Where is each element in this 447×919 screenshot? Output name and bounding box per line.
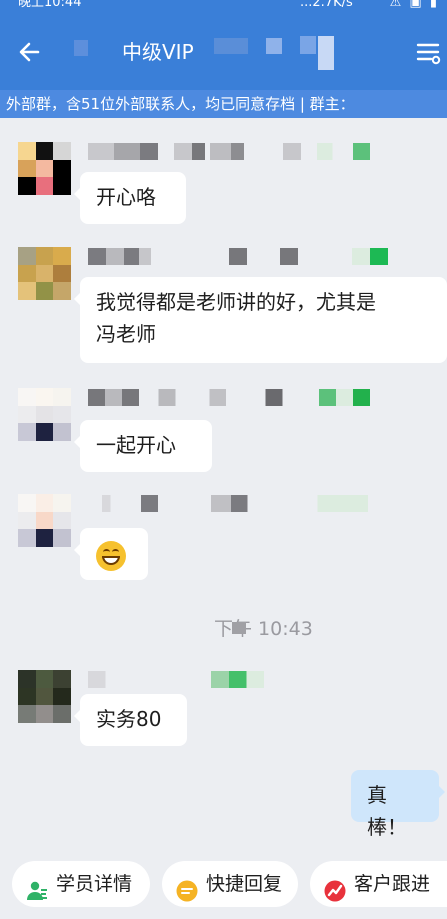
message-bubble[interactable]: 一起开心 — [74, 420, 212, 472]
customer-follow-button[interactable]: 客户跟进 — [310, 861, 447, 907]
status-bar: 晚上10:44 ...2.7K/s ⚠ ▣ ▮ — [0, 0, 447, 14]
avatar[interactable] — [18, 670, 71, 723]
message-text-line: 我觉得都是老师讲的好，尤其是 — [96, 290, 376, 314]
user-icon — [26, 873, 48, 900]
bottom-action-bar: 学员详情 快捷回复 客户跟进 — [0, 852, 447, 907]
group-info-banner[interactable]: 外部群，含51位外部联系人，均已同意存档 | 群主： — [0, 90, 447, 118]
timestamp: 下午 10:43 — [214, 618, 313, 640]
chat-header: 中级VIP — [0, 14, 447, 90]
chat-menu-icon[interactable] — [415, 40, 441, 66]
quick-reply-label: 快捷回复 — [206, 873, 283, 895]
student-details-button[interactable]: 学员详情 — [12, 861, 150, 907]
grinning-face-icon — [96, 540, 126, 571]
my-message-bubble[interactable]: 真棒！ — [351, 770, 445, 839]
message-text: 实务80 — [96, 707, 162, 731]
avatar[interactable] — [18, 142, 71, 195]
sender-name — [88, 495, 368, 512]
message-bubble[interactable]: 实务80 — [74, 694, 187, 746]
message-text-line: 冯老师 — [96, 322, 156, 346]
message-bubble[interactable] — [74, 528, 148, 580]
back-arrow-icon[interactable] — [16, 38, 44, 66]
sender-name — [88, 248, 388, 265]
sender-name — [88, 671, 264, 688]
avatar[interactable] — [18, 494, 71, 547]
message-text: 开心咯 — [96, 185, 156, 209]
status-time: 晚上10:44 — [18, 0, 82, 10]
customer-follow-label: 客户跟进 — [354, 873, 431, 895]
avatar[interactable] — [18, 388, 71, 441]
quick-reply-button[interactable]: 快捷回复 — [162, 861, 298, 907]
message-text: 一起开心 — [96, 433, 176, 457]
message-bubble[interactable]: 开心咯 — [74, 172, 186, 224]
avatar[interactable] — [18, 247, 71, 300]
sender-name — [88, 143, 348, 160]
status-icons: ⚠ ▣ ▮ — [389, 0, 439, 10]
chat-title: 中级VIP — [122, 40, 194, 64]
follow-up-icon — [324, 873, 346, 902]
sender-name — [88, 389, 370, 406]
message-text: 真棒！ — [367, 783, 407, 839]
quick-reply-icon — [176, 873, 198, 902]
network-speed: ...2.7K/s — [300, 0, 353, 10]
student-details-label: 学员详情 — [56, 873, 133, 895]
message-bubble[interactable]: 我觉得都是老师讲的好，尤其是 冯老师 — [74, 277, 447, 363]
